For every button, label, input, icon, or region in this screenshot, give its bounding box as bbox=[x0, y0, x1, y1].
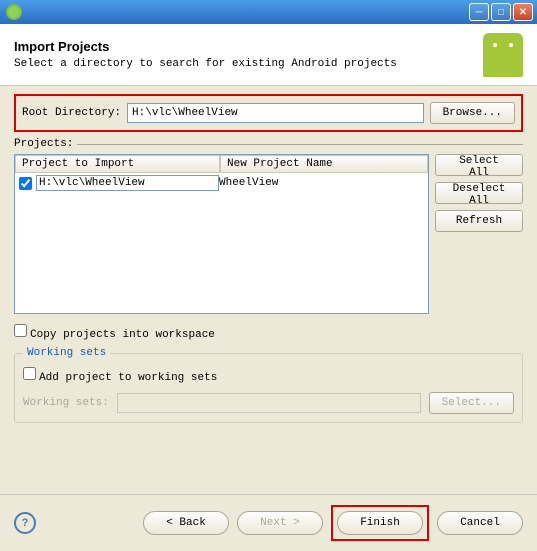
working-sets-legend: Working sets bbox=[23, 347, 110, 359]
root-directory-label: Root Directory: bbox=[22, 107, 121, 119]
project-path-input[interactable] bbox=[36, 175, 219, 191]
row-checkbox[interactable] bbox=[19, 177, 32, 190]
select-working-set-button: Select... bbox=[429, 392, 514, 414]
close-button[interactable]: ✕ bbox=[513, 3, 533, 21]
working-sets-label: Working sets: bbox=[23, 397, 109, 409]
refresh-button[interactable]: Refresh bbox=[435, 210, 523, 232]
deselect-all-button[interactable]: Deselect All bbox=[435, 182, 523, 204]
col-new-project-name[interactable]: New Project Name bbox=[220, 155, 428, 173]
table-row[interactable]: WheelView bbox=[15, 173, 428, 193]
add-to-working-sets-checkbox[interactable] bbox=[23, 367, 36, 380]
copy-projects-row: Copy projects into workspace bbox=[14, 324, 523, 341]
working-sets-fieldset: Working sets Add project to working sets… bbox=[14, 347, 523, 423]
finish-highlight: Finish bbox=[331, 505, 429, 541]
app-icon bbox=[6, 4, 22, 20]
root-directory-row: Root Directory: Browse... bbox=[14, 94, 523, 132]
add-to-working-sets-label: Add project to working sets bbox=[39, 372, 217, 384]
finish-button[interactable]: Finish bbox=[337, 511, 423, 535]
copy-projects-label: Copy projects into workspace bbox=[30, 329, 215, 341]
projects-legend: Projects: bbox=[14, 138, 77, 150]
root-directory-input[interactable] bbox=[127, 103, 424, 123]
maximize-button[interactable]: □ bbox=[491, 3, 511, 21]
projects-fieldset: Projects: Project to Import New Project … bbox=[14, 138, 523, 314]
dialog-subtitle: Select a directory to search for existin… bbox=[14, 58, 397, 70]
cancel-button[interactable]: Cancel bbox=[437, 511, 523, 535]
back-button[interactable]: < Back bbox=[143, 511, 229, 535]
select-all-button[interactable]: Select All bbox=[435, 154, 523, 176]
minimize-button[interactable]: ─ bbox=[469, 3, 489, 21]
copy-projects-checkbox[interactable] bbox=[14, 324, 27, 337]
new-name-cell[interactable]: WheelView bbox=[219, 177, 424, 189]
dialog-footer: ? < Back Next > Finish Cancel bbox=[0, 494, 537, 551]
projects-table: Project to Import New Project Name Wheel… bbox=[14, 154, 429, 314]
help-button[interactable]: ? bbox=[14, 512, 36, 534]
col-project-to-import[interactable]: Project to Import bbox=[15, 155, 220, 173]
next-button: Next > bbox=[237, 511, 323, 535]
browse-button[interactable]: Browse... bbox=[430, 102, 515, 124]
titlebar: ─ □ ✕ bbox=[0, 0, 537, 24]
working-sets-dropdown bbox=[117, 393, 421, 413]
android-icon bbox=[483, 33, 523, 77]
dialog-header: Import Projects Select a directory to se… bbox=[0, 24, 537, 86]
dialog-title: Import Projects bbox=[14, 39, 397, 54]
